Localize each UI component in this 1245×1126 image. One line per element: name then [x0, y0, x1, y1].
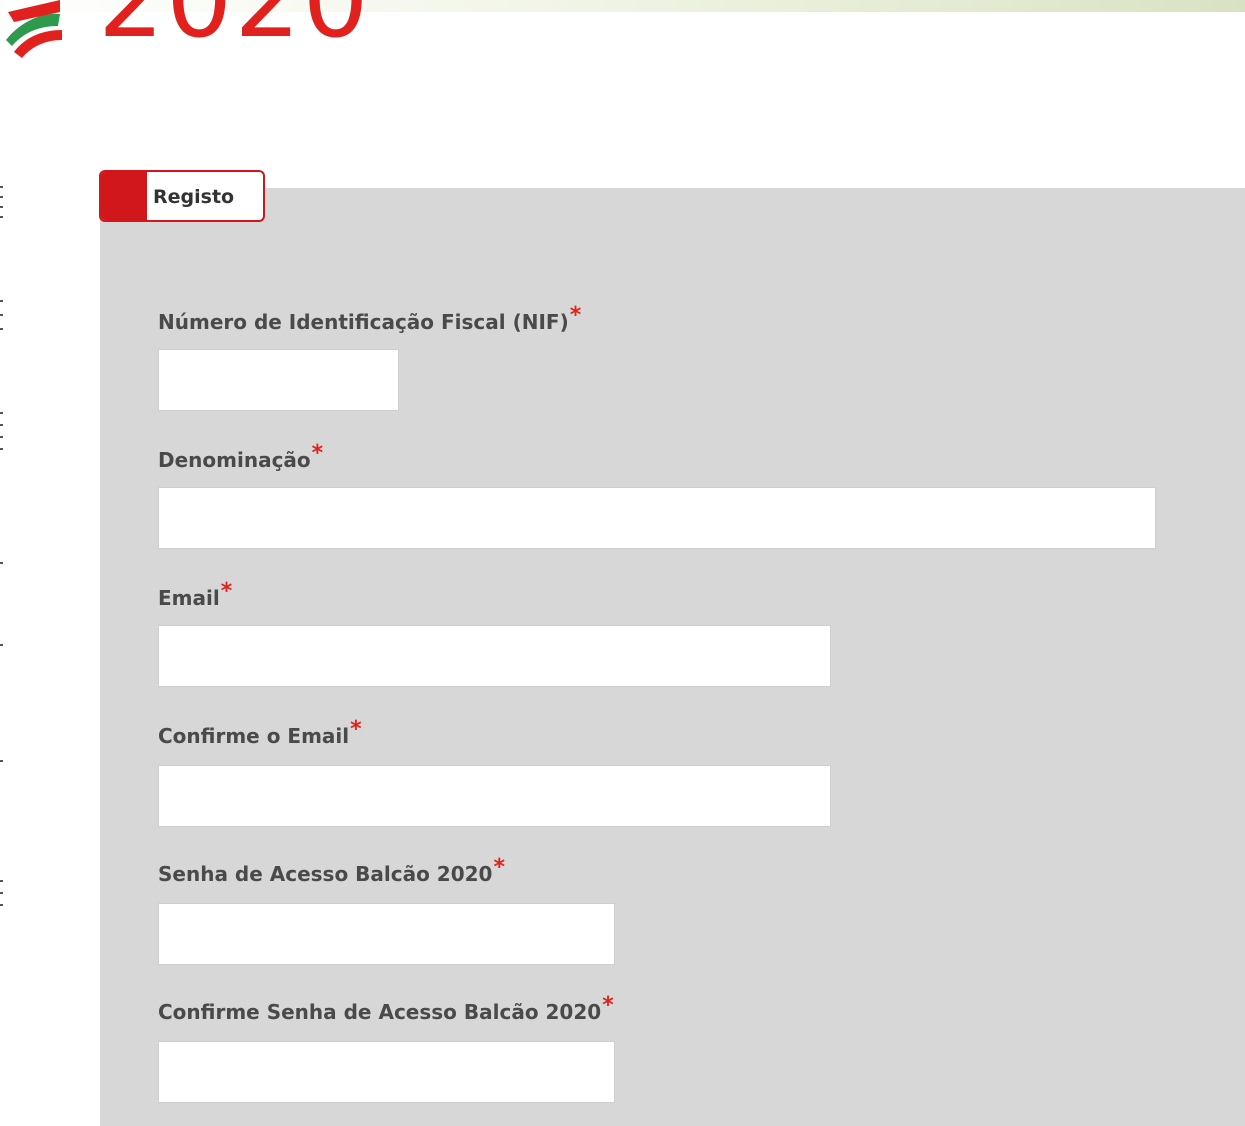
tab-registo[interactable]: Registo [99, 170, 265, 222]
required-marker: * [569, 303, 582, 328]
denominacao-label: Denominação* [158, 443, 323, 472]
logo-flag-icon [6, 0, 62, 58]
confirm-password-input[interactable] [158, 1041, 615, 1103]
nif-label: Número de Identificação Fiscal (NIF)* [158, 305, 581, 334]
required-marker: * [493, 855, 505, 880]
nif-input[interactable] [158, 349, 399, 411]
password-label-text: Senha de Acesso Balcão 2020 [158, 862, 493, 886]
required-marker: * [220, 579, 233, 604]
email-input[interactable] [158, 625, 831, 687]
confirm-email-label-text: Confirme o Email [158, 724, 350, 748]
portugal-2020-logo: 2020 [0, 0, 380, 72]
password-input[interactable] [158, 903, 615, 965]
denominacao-input[interactable] [158, 487, 1156, 549]
confirm-email-input[interactable] [158, 765, 831, 827]
required-marker: * [350, 717, 362, 742]
tab-label: Registo [153, 186, 235, 208]
email-label-text: Email [158, 586, 220, 610]
tab-accent [101, 172, 147, 220]
confirm-password-label-text: Confirme Senha de Acesso Balcão 2020 [158, 1000, 602, 1024]
left-edge-dots [0, 0, 6, 1126]
email-label: Email* [158, 581, 232, 610]
password-label: Senha de Acesso Balcão 2020* [158, 857, 505, 886]
confirm-password-label: Confirme Senha de Acesso Balcão 2020* [158, 995, 614, 1024]
logo-text: 2020 [98, 0, 371, 61]
confirm-email-label: Confirme o Email* [158, 719, 362, 748]
nif-label-text: Número de Identificação Fiscal (NIF) [158, 310, 569, 334]
required-marker: * [602, 993, 614, 1018]
required-marker: * [311, 441, 324, 466]
denominacao-label-text: Denominação [158, 448, 311, 472]
